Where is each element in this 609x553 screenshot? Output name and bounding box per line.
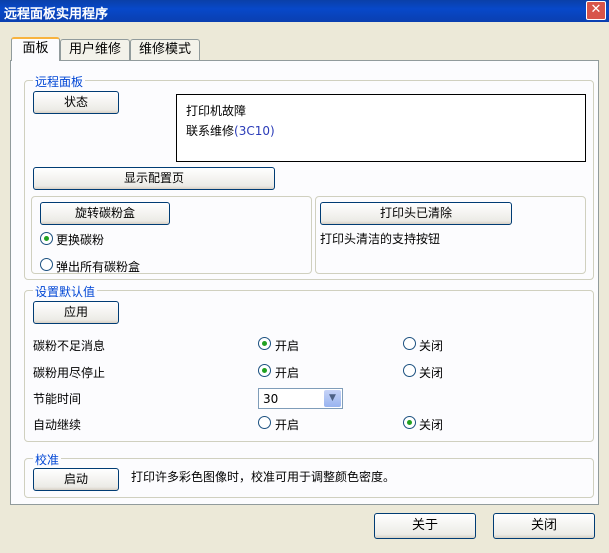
radio-replace-toner-label: 更换碳粉	[56, 233, 105, 247]
tab-user-maintenance[interactable]: 用户维修	[60, 39, 130, 61]
toner-out-on-label: 开启	[275, 366, 300, 380]
title-bar: 远程面板实用程序 ✕	[0, 0, 609, 22]
status-button[interactable]: 状态	[33, 91, 119, 114]
tab-panel[interactable]: 面板	[11, 37, 60, 61]
tab-service-mode[interactable]: 维修模式	[130, 39, 200, 61]
calibration-start-button[interactable]: 启动	[33, 468, 119, 491]
toner-low-off-label: 关闭	[419, 339, 444, 353]
calibration-description: 打印许多彩色图像时，校准可用于调整颜色密度。	[131, 470, 396, 484]
close-button[interactable]: 关闭	[493, 513, 595, 539]
status-message: 联系维修	[186, 124, 235, 138]
main-window: 远程面板实用程序 ✕ 面板 用户维修 维修模式 远程面板 状态 打印机故障 联系…	[0, 0, 609, 553]
status-line-2: 联系维修(3C10)	[186, 121, 576, 141]
auto-continue-on-label: 开启	[275, 418, 300, 432]
about-button[interactable]: 关于	[374, 513, 476, 539]
auto-continue-on-radio[interactable]	[258, 416, 271, 429]
power-save-select[interactable]: 30 ▼	[258, 388, 343, 409]
show-config-page-button[interactable]: 显示配置页	[33, 167, 275, 190]
toner-low-off-radio[interactable]	[403, 337, 416, 350]
power-save-value: 30	[263, 392, 279, 406]
toner-out-off-label: 关闭	[419, 366, 444, 380]
close-icon[interactable]: ✕	[586, 1, 606, 20]
rotate-toner-button[interactable]: 旋转碳粉盒	[40, 202, 170, 225]
toner-out-on-radio[interactable]	[258, 364, 271, 377]
power-save-label: 节能时间	[33, 392, 82, 406]
toner-low-label: 碳粉不足消息	[33, 339, 106, 353]
toner-out-off-radio[interactable]	[403, 364, 416, 377]
status-display: 打印机故障 联系维修(3C10)	[176, 94, 586, 162]
remote-panel-legend: 远程面板	[33, 73, 86, 90]
toner-low-on-label: 开启	[275, 339, 300, 353]
status-code: (3C10)	[234, 124, 275, 138]
radio-eject-all[interactable]	[40, 258, 53, 271]
window-title: 远程面板实用程序	[4, 7, 109, 22]
head-cleaned-button[interactable]: 打印头已清除	[320, 202, 512, 225]
head-clean-description: 打印头清洁的支持按钮	[320, 232, 441, 246]
status-line-1: 打印机故障	[186, 104, 247, 118]
apply-button[interactable]: 应用	[33, 301, 119, 324]
auto-continue-off-label: 关闭	[419, 418, 444, 432]
radio-eject-all-label: 弹出所有碳粉盒	[56, 260, 141, 274]
auto-continue-off-radio[interactable]	[403, 416, 416, 429]
toner-out-label: 碳粉用尽停止	[33, 366, 106, 380]
defaults-legend: 设置默认值	[33, 283, 98, 300]
radio-replace-toner[interactable]	[40, 232, 53, 245]
toner-low-on-radio[interactable]	[258, 337, 271, 350]
auto-continue-label: 自动继续	[33, 418, 82, 432]
chevron-down-icon[interactable]: ▼	[324, 390, 341, 407]
calibration-legend: 校准	[33, 451, 62, 468]
